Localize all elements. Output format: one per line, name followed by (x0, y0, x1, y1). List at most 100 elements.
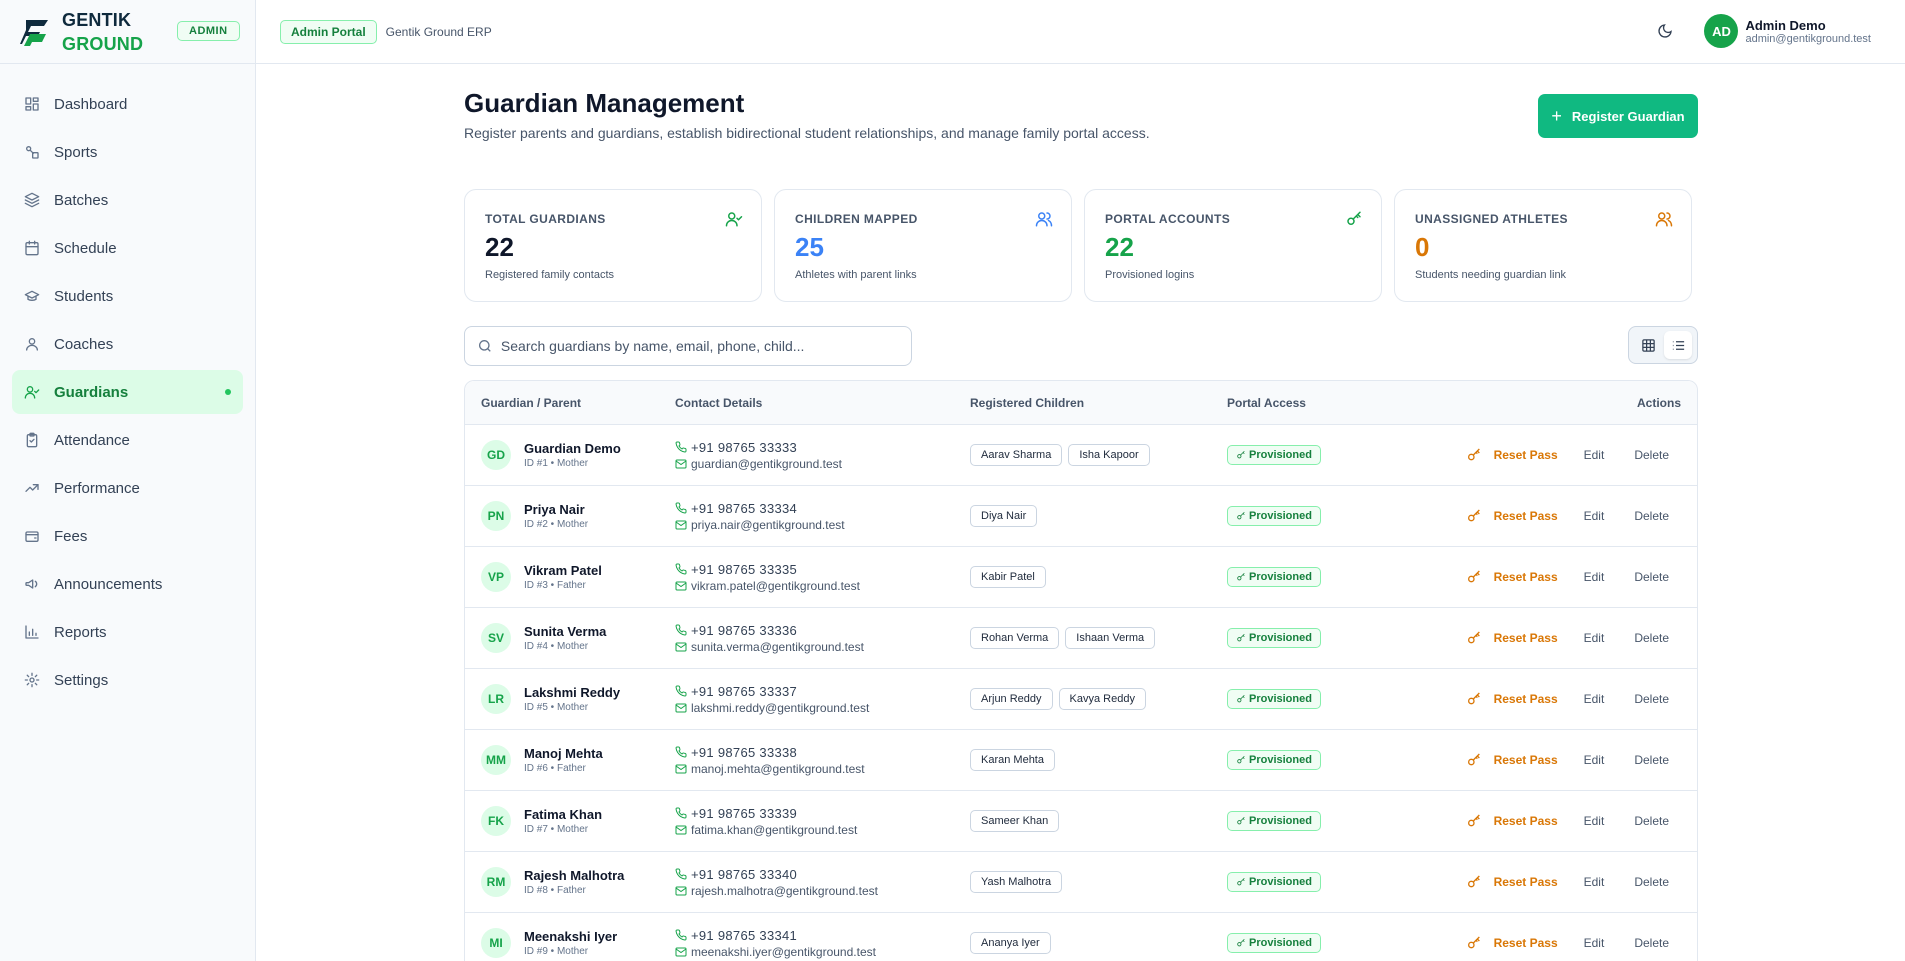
portal-status: Provisioned (1249, 815, 1312, 827)
child-chip[interactable]: Diya Nair (970, 505, 1038, 527)
sidebar-item-batches[interactable]: Batches (12, 178, 243, 222)
sidebar-item-guardians[interactable]: Guardians (12, 370, 243, 414)
sidebar-item-label: Coaches (54, 335, 114, 353)
contact-cell: +91 98765 33341 meenakshi.iyer@gentikgro… (675, 928, 970, 959)
erp-label: Gentik Ground ERP (385, 24, 492, 39)
reset-password-button[interactable]: Reset Pass (1466, 630, 1558, 646)
child-chip[interactable]: Sameer Khan (970, 810, 1060, 832)
phone-number: +91 98765 33339 (691, 805, 798, 821)
register-guardian-button[interactable]: + Register Guardian (1538, 94, 1698, 138)
children-cell: Ananya Iyer (970, 932, 1227, 954)
users-icon (1035, 212, 1053, 227)
guardian-avatar: MM (481, 745, 511, 775)
stat-label: TOTAL GUARDIANS (485, 212, 606, 226)
edit-button[interactable]: Edit (1584, 753, 1605, 767)
theme-toggle-button[interactable] (1654, 20, 1676, 42)
grid-view-button[interactable] (1634, 331, 1662, 359)
edit-button[interactable]: Edit (1584, 936, 1605, 950)
reset-password-button[interactable]: Reset Pass (1466, 447, 1558, 463)
list-view-button[interactable] (1664, 331, 1692, 359)
user-avatar[interactable]: AD (1704, 14, 1739, 48)
sidebar-item-students[interactable]: Students (12, 274, 243, 318)
reset-password-button[interactable]: Reset Pass (1466, 935, 1558, 951)
layers-icon (24, 192, 40, 208)
child-chip[interactable]: Karan Mehta (970, 749, 1055, 771)
child-chip[interactable]: Aarav Sharma (970, 444, 1063, 466)
child-chip[interactable]: Isha Kapoor (1068, 444, 1150, 466)
stat-card-total-guardians: TOTAL GUARDIANS 22 Registered family con… (464, 189, 762, 302)
reset-password-button[interactable]: Reset Pass (1466, 691, 1558, 707)
sidebar-item-dashboard[interactable]: Dashboard (12, 82, 243, 126)
delete-button[interactable]: Delete (1634, 936, 1669, 950)
reset-password-button[interactable]: Reset Pass (1466, 508, 1558, 524)
guardian-avatar: RM (481, 867, 511, 897)
edit-button[interactable]: Edit (1584, 875, 1605, 889)
reset-password-label: Reset Pass (1493, 448, 1558, 462)
table-header: Guardian / Parent Contact Details Regist… (465, 381, 1697, 425)
phone-line: +91 98765 33334 (675, 501, 970, 516)
reset-password-label: Reset Pass (1493, 509, 1558, 523)
child-chip[interactable]: Yash Malhotra (970, 871, 1063, 893)
guardian-meta: ID #5 • Mother (524, 702, 589, 713)
table-body: GD Guardian Demo ID #1 • Mother +91 9876… (465, 425, 1697, 961)
guardian-meta: ID #4 • Mother (524, 641, 589, 652)
child-chip[interactable]: Rohan Verma (970, 627, 1060, 649)
child-chip[interactable]: Ananya Iyer (970, 932, 1051, 954)
delete-button[interactable]: Delete (1634, 570, 1669, 584)
search-box[interactable] (464, 326, 912, 366)
edit-button[interactable]: Edit (1584, 631, 1605, 645)
edit-button[interactable]: Edit (1584, 448, 1605, 462)
header-portal: Portal Access (1227, 395, 1306, 410)
brand-line-2: GROUND (62, 33, 144, 54)
search-input[interactable] (500, 338, 899, 354)
reset-password-button[interactable]: Reset Pass (1466, 874, 1558, 890)
user-info[interactable]: Admin Demo admin@gentikground.test (1745, 18, 1871, 45)
key-icon (1467, 753, 1480, 766)
sidebar-item-announcements[interactable]: Announcements (12, 562, 243, 606)
reset-password-button[interactable]: Reset Pass (1466, 569, 1558, 585)
email-address: fatima.khan@gentikground.test (691, 822, 858, 837)
guardian-cell: MI Meenakshi Iyer ID #9 • Mother (465, 928, 675, 958)
sidebar-item-attendance[interactable]: Attendance (12, 418, 243, 462)
sidebar-item-performance[interactable]: Performance (12, 466, 243, 510)
delete-button[interactable]: Delete (1634, 753, 1669, 767)
reset-password-button[interactable]: Reset Pass (1466, 752, 1558, 768)
children-chips: Kabir Patel (970, 566, 1227, 588)
calendar-icon (25, 240, 39, 256)
delete-button[interactable]: Delete (1634, 448, 1669, 462)
sidebar-item-settings[interactable]: Settings (12, 658, 243, 702)
delete-button[interactable]: Delete (1634, 509, 1669, 523)
contact-cell: +91 98765 33338 manoj.mehta@gentikground… (675, 745, 970, 776)
sidebar-item-schedule[interactable]: Schedule (12, 226, 243, 270)
sidebar-item-fees[interactable]: Fees (12, 514, 243, 558)
delete-button[interactable]: Delete (1634, 631, 1669, 645)
reset-password-button[interactable]: Reset Pass (1466, 813, 1558, 829)
child-chip[interactable]: Ishaan Verma (1065, 627, 1156, 649)
delete-button[interactable]: Delete (1634, 875, 1669, 889)
sidebar-item-sports[interactable]: Sports (12, 130, 243, 174)
stats-row: TOTAL GUARDIANS 22 Registered family con… (464, 189, 1698, 302)
edit-button[interactable]: Edit (1584, 570, 1605, 584)
child-chip[interactable]: Arjun Reddy (970, 688, 1053, 710)
portal-status-badge: Provisioned (1227, 445, 1321, 465)
clipboard-icon (26, 432, 38, 448)
key-icon (1237, 877, 1245, 886)
delete-button[interactable]: Delete (1634, 692, 1669, 706)
edit-button[interactable]: Edit (1584, 692, 1605, 706)
phone-line: +91 98765 33340 (675, 867, 970, 882)
delete-button[interactable]: Delete (1634, 814, 1669, 828)
sidebar-item-coaches[interactable]: Coaches (12, 322, 243, 366)
phone-line: +91 98765 33339 (675, 806, 970, 821)
actions-cell: Reset Pass Edit Delete (1377, 935, 1697, 951)
portal-status: Provisioned (1249, 571, 1312, 583)
key-icon (1467, 692, 1480, 705)
key-icon (1467, 631, 1480, 644)
stat-label: PORTAL ACCOUNTS (1105, 212, 1231, 226)
edit-button[interactable]: Edit (1584, 509, 1605, 523)
sidebar-item-reports[interactable]: Reports (12, 610, 243, 654)
child-chip[interactable]: Kabir Patel (970, 566, 1046, 588)
child-chip[interactable]: Kavya Reddy (1058, 688, 1146, 710)
portal-status-badge: Provisioned (1227, 506, 1321, 526)
phone-number: +91 98765 33338 (691, 744, 798, 760)
edit-button[interactable]: Edit (1584, 814, 1605, 828)
